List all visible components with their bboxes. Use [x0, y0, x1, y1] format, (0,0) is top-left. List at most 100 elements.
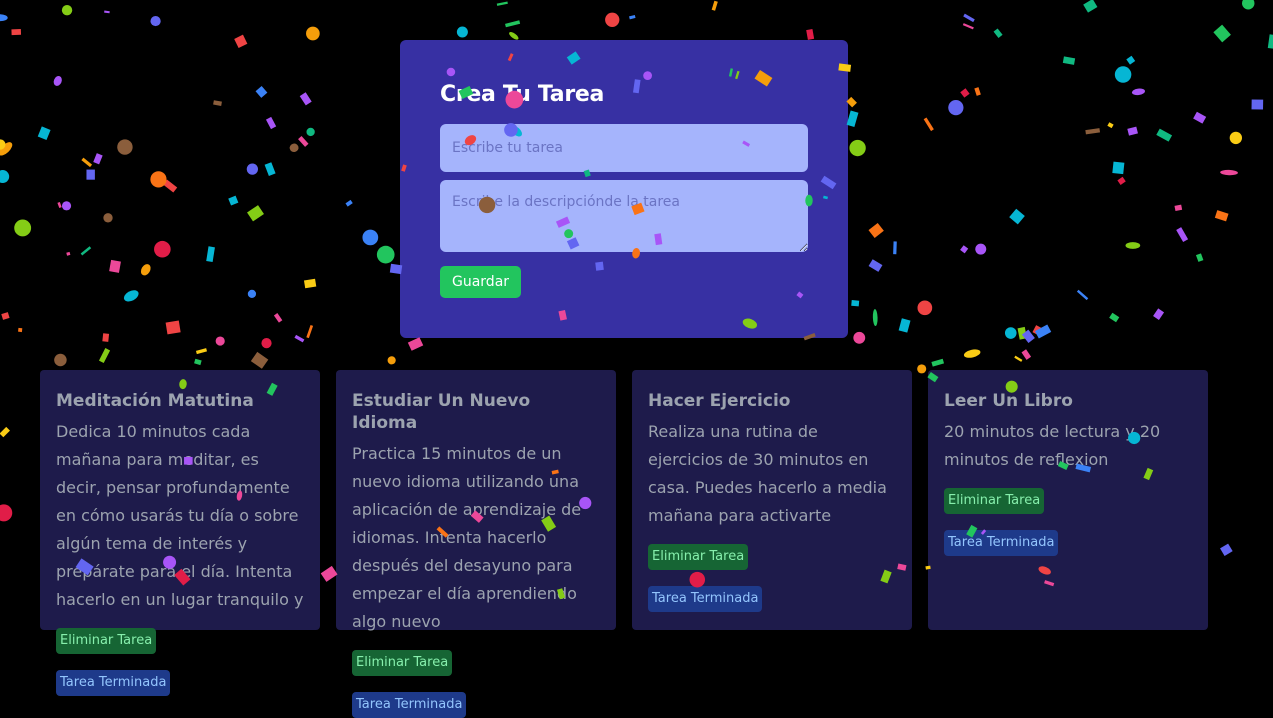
complete-task-button[interactable]: Tarea Terminada: [648, 586, 763, 612]
confetti-piece: [1017, 326, 1027, 340]
complete-task-button[interactable]: Tarea Terminada: [944, 530, 1059, 556]
confetti-piece: [1032, 325, 1045, 337]
confetti-piece: [917, 364, 927, 374]
confetti-piece: [974, 87, 981, 96]
confetti-piece: [605, 12, 620, 27]
confetti-piece: [1085, 128, 1101, 135]
confetti-piece: [54, 353, 67, 367]
confetti-piece: [303, 278, 317, 289]
delete-task-button[interactable]: Eliminar Tarea: [352, 650, 453, 676]
task-card: Leer Un Libro 20 minutos de lectura y 20…: [928, 370, 1208, 630]
confetti-piece: [1083, 0, 1098, 13]
confetti-piece: [1004, 327, 1017, 339]
confetti-piece: [57, 201, 62, 208]
confetti-piece: [868, 259, 883, 272]
confetti-piece: [1213, 24, 1231, 43]
confetti-piece: [66, 251, 71, 256]
confetti-piece: [18, 327, 23, 333]
confetti-piece: [289, 143, 299, 152]
confetti-piece: [206, 246, 215, 262]
confetti-piece: [1076, 289, 1089, 301]
task-card: Meditación Matutina Dedica 10 minutos ca…: [40, 370, 320, 696]
confetti-piece: [61, 201, 72, 211]
confetti-piece: [1117, 176, 1126, 185]
confetti-piece: [163, 179, 178, 193]
confetti-piece: [1126, 55, 1136, 65]
confetti-piece: [917, 300, 933, 316]
confetti-piece: [247, 289, 257, 298]
delete-task-button[interactable]: Eliminar Tarea: [944, 488, 1045, 514]
confetti-piece: [629, 14, 636, 20]
confetti-piece: [306, 127, 315, 137]
confetti-piece: [505, 20, 521, 28]
task-title-input[interactable]: [440, 124, 808, 172]
confetti-piece: [265, 116, 277, 130]
confetti-piece: [80, 246, 92, 256]
confetti-piece: [247, 205, 264, 222]
task-title: Estudiar Un Nuevo Idioma: [352, 391, 531, 433]
confetti-piece: [1131, 88, 1146, 96]
task-card: Estudiar Un Nuevo Idioma Practica 15 min…: [336, 370, 616, 718]
confetti-piece: [387, 356, 396, 365]
confetti-piece: [117, 139, 133, 155]
confetti-piece: [1195, 253, 1204, 262]
confetti-piece: [853, 331, 866, 344]
confetti-piece: [898, 318, 911, 333]
confetti-piece: [407, 337, 424, 351]
confetti-piece: [1021, 329, 1035, 344]
confetti-piece: [1009, 208, 1025, 225]
confetti-piece: [849, 139, 866, 157]
confetti-piece: [1014, 355, 1023, 362]
confetti-piece: [195, 348, 208, 355]
confetti-piece: [0, 504, 13, 522]
confetti-piece: [194, 358, 202, 366]
confetti-piece: [228, 195, 239, 206]
task-description: Practica 15 minutos de un nuevo idioma u…: [352, 444, 582, 631]
confetti-piece: [306, 26, 320, 41]
confetti-piece: [246, 163, 258, 175]
confetti-piece: [1127, 126, 1138, 136]
confetti-piece: [1107, 122, 1114, 129]
confetti-piece: [0, 170, 10, 184]
confetti-piece: [496, 1, 508, 6]
complete-task-button[interactable]: Tarea Terminada: [56, 670, 171, 696]
confetti-piece: [1214, 210, 1229, 222]
confetti-piece: [963, 349, 981, 358]
confetti-piece: [1267, 34, 1273, 50]
confetti-piece: [1, 312, 10, 320]
delete-task-button[interactable]: Eliminar Tarea: [648, 544, 749, 570]
confetti-piece: [11, 29, 22, 36]
confetti-piece: [1193, 111, 1207, 124]
confetti-piece: [1251, 99, 1264, 110]
confetti-piece: [962, 23, 974, 30]
confetti-piece: [376, 245, 395, 264]
confetti-piece: [86, 169, 95, 180]
confetti-piece: [1229, 131, 1243, 145]
complete-task-button[interactable]: Tarea Terminada: [352, 692, 467, 718]
delete-task-button[interactable]: Eliminar Tarea: [56, 628, 157, 654]
confetti-piece: [963, 13, 975, 23]
confetti-piece: [931, 358, 945, 367]
confetti-piece: [1220, 543, 1233, 557]
confetti-piece: [109, 259, 121, 273]
confetti-piece: [1153, 308, 1165, 320]
confetti-piece: [103, 213, 113, 223]
create-task-form: Crea Tu Tarea Guardar: [400, 40, 848, 338]
confetti-piece: [1114, 66, 1132, 83]
confetti-piece: [846, 110, 859, 128]
confetti-piece: [150, 15, 161, 27]
confetti-piece: [1156, 128, 1173, 142]
confetti-piece: [1220, 169, 1238, 176]
task-description-textarea[interactable]: [440, 180, 808, 252]
confetti-piece: [1112, 161, 1125, 175]
task-description: Realiza una rutina de ejercicios de 30 m…: [648, 422, 887, 525]
task-card: Hacer Ejercicio Realiza una rutina de ej…: [632, 370, 912, 630]
confetti-piece: [1176, 227, 1189, 243]
confetti-piece: [711, 0, 718, 11]
confetti-piece: [213, 100, 222, 106]
confetti-piece: [1242, 0, 1255, 10]
task-title: Leer Un Libro: [944, 391, 1073, 411]
confetti-piece: [923, 117, 934, 132]
save-button[interactable]: Guardar: [440, 266, 522, 298]
confetti-piece: [320, 565, 338, 582]
